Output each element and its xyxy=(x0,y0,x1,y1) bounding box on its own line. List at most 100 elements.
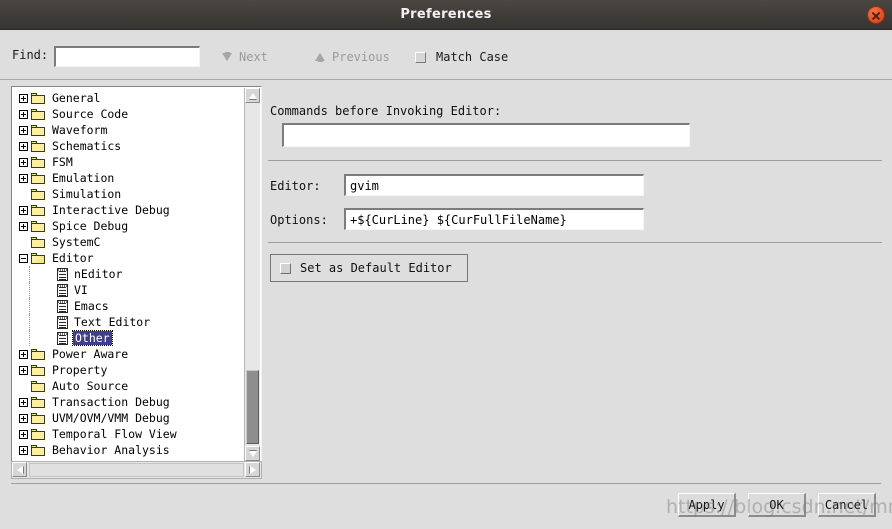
folder-icon xyxy=(31,188,46,200)
tree-item-label: Property xyxy=(52,363,108,377)
commands-input[interactable] xyxy=(282,123,690,147)
expand-icon[interactable] xyxy=(19,157,28,167)
find-toolbar: Find: Next Previous Match Case xyxy=(0,30,892,80)
folder-icon xyxy=(31,108,46,120)
close-icon[interactable] xyxy=(867,6,885,24)
find-next-button[interactable]: Next xyxy=(222,46,268,68)
expand-icon[interactable] xyxy=(19,221,28,231)
expand-icon[interactable] xyxy=(19,205,28,215)
expand-icon[interactable] xyxy=(19,141,28,151)
expand-icon[interactable] xyxy=(19,349,28,359)
arrow-up-icon xyxy=(315,53,325,62)
options-input[interactable] xyxy=(344,208,644,230)
tree-item[interactable]: Text Editor xyxy=(13,314,246,330)
tree-item[interactable]: Schematics xyxy=(13,138,246,154)
ok-button[interactable]: OK xyxy=(748,493,806,517)
scroll-right-button[interactable] xyxy=(245,462,260,477)
tree-scroll-thumb[interactable] xyxy=(246,370,259,444)
collapse-icon[interactable] xyxy=(19,253,28,263)
set-default-editor-label: Set as Default Editor xyxy=(300,261,452,275)
expand-icon[interactable] xyxy=(19,429,28,439)
tree-item[interactable]: Transaction Debug xyxy=(13,394,246,410)
document-icon xyxy=(57,331,68,345)
scroll-up-button[interactable] xyxy=(245,88,260,103)
tree-item-label: Schematics xyxy=(52,139,122,153)
tree-vertical-scrollbar[interactable] xyxy=(244,88,260,461)
tree-item[interactable]: General xyxy=(13,90,246,106)
expand-icon[interactable] xyxy=(19,173,28,183)
cancel-button[interactable]: Cancel xyxy=(818,493,876,517)
set-default-editor-checkbox[interactable] xyxy=(280,262,291,274)
expand-icon[interactable] xyxy=(19,125,28,135)
folder-icon xyxy=(31,444,46,456)
find-label: Find: xyxy=(12,47,49,62)
tree-item[interactable]: Other xyxy=(13,330,246,346)
expand-icon[interactable] xyxy=(19,109,28,119)
tree-horizontal-scrollbar[interactable] xyxy=(11,461,262,479)
apply-button[interactable]: Apply xyxy=(678,493,736,517)
tree-item[interactable]: nEditor xyxy=(13,266,246,282)
folder-icon xyxy=(31,380,46,392)
tree-connector xyxy=(29,282,31,298)
tree-item[interactable]: Editor xyxy=(13,250,246,266)
folder-icon xyxy=(31,140,46,152)
tree-item[interactable]: Emulation xyxy=(13,170,246,186)
tree-item[interactable]: Source Code xyxy=(13,106,246,122)
tree-item-label: Other xyxy=(72,330,113,346)
expand-icon[interactable] xyxy=(19,445,28,455)
tree-item-label: Text Editor xyxy=(74,315,151,329)
tree-item[interactable]: Simulation xyxy=(13,186,246,202)
match-case-option[interactable]: Match Case xyxy=(415,46,508,68)
tree-item-label: Auto Source xyxy=(52,379,129,393)
tree-item-label: Simulation xyxy=(52,187,122,201)
tree-item-label: SystemC xyxy=(52,235,101,249)
tree-item[interactable]: Auto Source xyxy=(13,378,246,394)
scroll-left-button[interactable] xyxy=(12,462,27,477)
search-input[interactable] xyxy=(54,46,200,67)
horizontal-scroll-trough[interactable] xyxy=(29,463,244,477)
triangle-right-icon xyxy=(249,465,256,474)
tree-item[interactable]: FSM xyxy=(13,154,246,170)
tree-item-label: VI xyxy=(74,283,88,297)
tree-item[interactable]: Interactive Debug xyxy=(13,202,246,218)
expand-icon[interactable] xyxy=(19,93,28,103)
scroll-down-button[interactable] xyxy=(245,446,260,461)
tree-item[interactable]: Property xyxy=(13,362,246,378)
triangle-down-icon xyxy=(248,450,257,457)
footer-separator xyxy=(11,483,881,484)
tree-item[interactable]: UVM/OVM/VMM Debug xyxy=(13,410,246,426)
triangle-left-icon xyxy=(16,465,23,474)
tree-item-label: UVM/OVM/VMM Debug xyxy=(52,411,170,425)
tree-item-label: Emulation xyxy=(52,171,115,185)
editor-input[interactable] xyxy=(344,174,644,196)
editor-settings-panel: Commands before Invoking Editor: Editor:… xyxy=(268,86,882,479)
expand-icon[interactable] xyxy=(19,365,28,375)
tree-item[interactable]: VI xyxy=(13,282,246,298)
match-case-checkbox[interactable] xyxy=(415,51,426,63)
preferences-window: Preferences Find: Next Previous Match Ca… xyxy=(0,0,892,529)
tree-item-label: Power Aware xyxy=(52,347,129,361)
category-tree: General Source Code Waveform Schematics FSM E… xyxy=(11,86,262,479)
tree-item-label: Temporal Flow View xyxy=(52,427,177,441)
find-previous-button[interactable]: Previous xyxy=(315,46,390,68)
tree-item[interactable]: SystemC xyxy=(13,234,246,250)
tree-item[interactable]: Power Aware xyxy=(13,346,246,362)
tree-item-label: Editor xyxy=(52,251,94,265)
tree-item[interactable]: Behavior Analysis xyxy=(13,442,246,458)
folder-icon xyxy=(31,364,46,376)
tree-item[interactable]: Emacs xyxy=(13,298,246,314)
tree-item[interactable]: Spice Debug xyxy=(13,218,246,234)
set-default-editor-button[interactable]: Set as Default Editor xyxy=(270,254,468,282)
tree-item-label: Source Code xyxy=(52,107,129,121)
tree-item[interactable]: Waveform xyxy=(13,122,246,138)
expand-icon[interactable] xyxy=(19,397,28,407)
tree-connector xyxy=(29,314,31,330)
tree-item-label: General xyxy=(52,91,101,105)
tree-item[interactable]: Temporal Flow View xyxy=(13,426,246,442)
expand-icon[interactable] xyxy=(19,413,28,423)
